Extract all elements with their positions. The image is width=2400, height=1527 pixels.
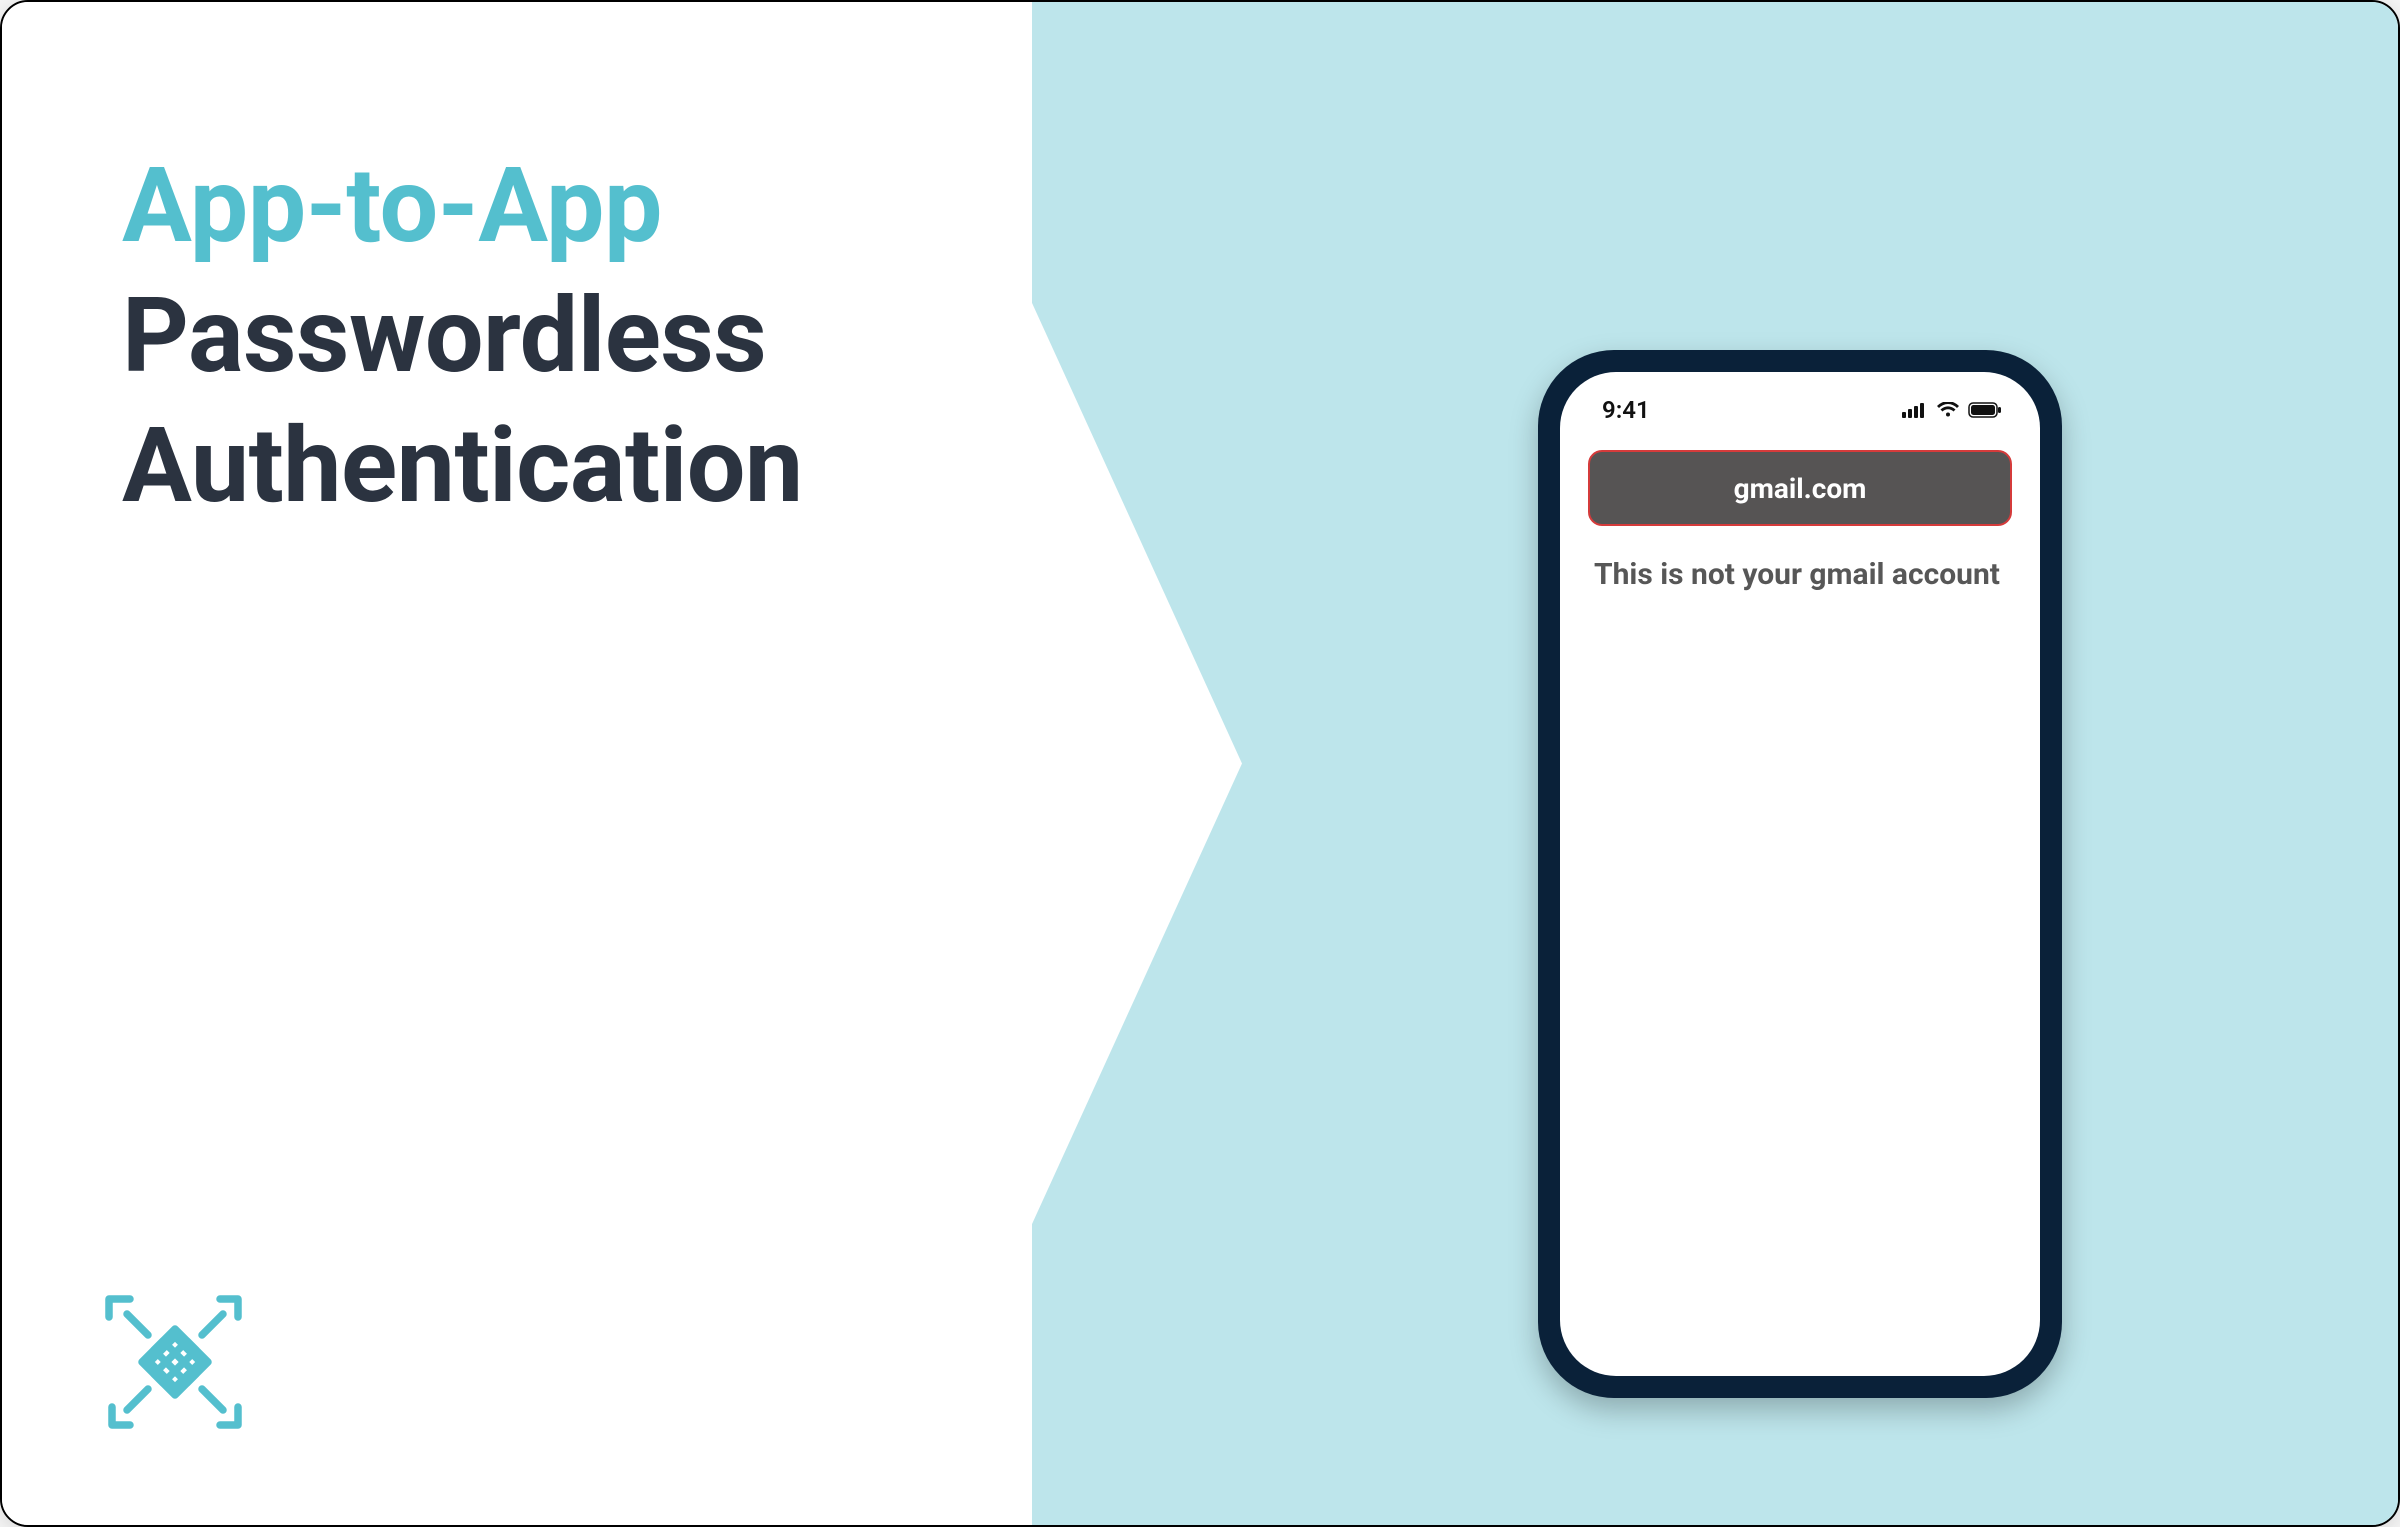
headline-line-1: App-to-App [122,142,803,272]
status-time: 9:41 [1602,396,1650,424]
headline-line-3: Authentication [122,402,803,532]
phone-frame: 9:41 gmail.com This is not [1538,350,2062,1398]
battery-icon [1968,402,2002,418]
brand-logo-icon [100,1287,250,1437]
status-bar: 9:41 [1560,390,2040,430]
status-icons [1902,402,2002,418]
phone-content: gmail.com This is not your gmail account [1588,450,2012,594]
phishing-warning-text: This is not your gmail account [1588,556,2012,594]
wifi-icon [1936,402,1960,418]
diagram-canvas: App-to-App Passwordless Authentication [0,0,2400,1527]
domain-pill-label: gmail.com [1734,472,1867,505]
cellular-icon [1902,402,1928,418]
headline: App-to-App Passwordless Authentication [122,142,803,532]
headline-line-2: Passwordless [122,272,803,402]
phone-screen: 9:41 gmail.com This is not [1560,372,2040,1376]
domain-pill[interactable]: gmail.com [1588,450,2012,526]
